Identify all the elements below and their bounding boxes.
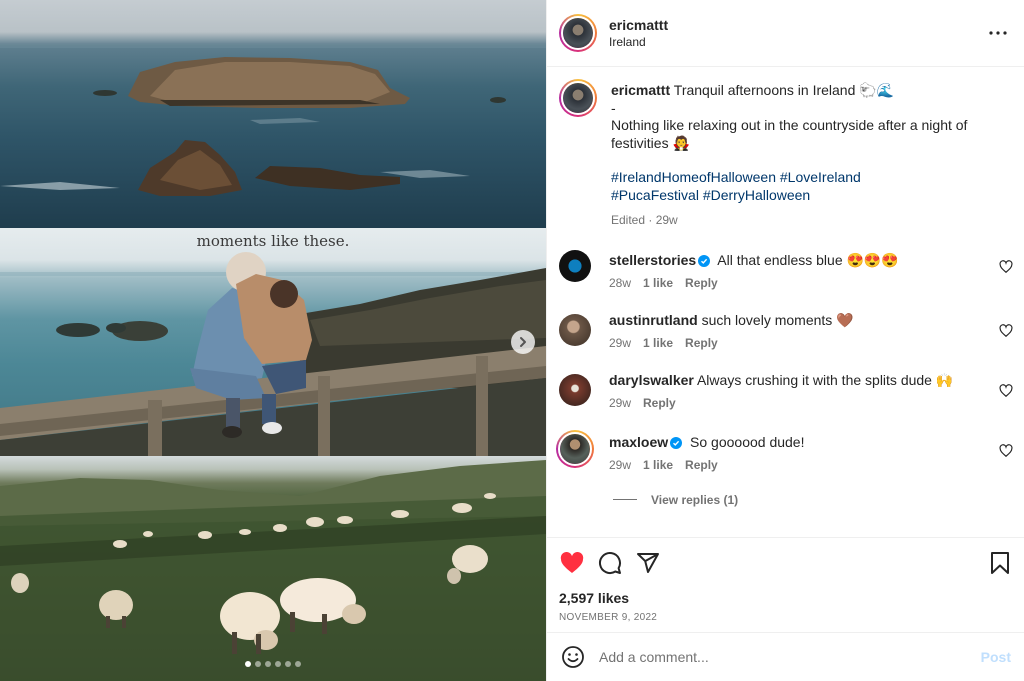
more-options-button[interactable] bbox=[986, 21, 1010, 45]
author-avatar[interactable] bbox=[559, 14, 597, 52]
post-header: ericmattt Ireland bbox=[547, 0, 1024, 67]
caption-text-line2: - bbox=[611, 99, 616, 116]
comments-section[interactable]: ericmattt Tranquil afternoons in Ireland… bbox=[547, 67, 1024, 537]
carousel-dot bbox=[255, 661, 261, 667]
caption-avatar[interactable] bbox=[559, 79, 597, 117]
reply-button[interactable]: Reply bbox=[685, 458, 718, 472]
comment-meta: 28w 1 like Reply bbox=[609, 275, 1013, 293]
caption-username[interactable]: ericmattt bbox=[611, 82, 670, 98]
carousel-dot bbox=[285, 661, 291, 667]
avatar bbox=[560, 433, 590, 464]
comment-meta: 29w 1 like Reply bbox=[609, 335, 1013, 353]
heart-icon[interactable] bbox=[999, 259, 1013, 274]
comment-likes[interactable]: 1 like bbox=[643, 276, 673, 290]
reply-button[interactable]: Reply bbox=[685, 336, 718, 350]
comment-username[interactable]: austinrutland bbox=[609, 312, 698, 328]
comment-time: 29w bbox=[609, 336, 632, 350]
heart-icon[interactable] bbox=[999, 323, 1013, 338]
heart-icon[interactable] bbox=[999, 383, 1013, 398]
chevron-right-icon bbox=[520, 337, 526, 347]
more-icon bbox=[989, 31, 1007, 35]
add-comment-bar: Post bbox=[547, 632, 1024, 681]
like-button[interactable] bbox=[559, 550, 585, 576]
comment-text: All that endless blue 😍😍😍 bbox=[717, 251, 899, 268]
carousel-dot bbox=[275, 661, 281, 667]
comment-body: stellerstories All that endless blue 😍😍😍… bbox=[609, 252, 1013, 293]
photo-sea-stacks bbox=[0, 0, 546, 228]
hashtag-link[interactable]: #LoveIreland bbox=[780, 169, 861, 185]
post-date: NOVEMBER 9, 2022 bbox=[559, 612, 658, 623]
comment-time: 28w bbox=[609, 276, 632, 290]
share-button[interactable] bbox=[635, 550, 661, 576]
reply-button[interactable]: Reply bbox=[685, 276, 718, 290]
comment-body: austinrutland such lovely moments 🤎 29w 1… bbox=[609, 312, 1013, 353]
comment-time: 29w bbox=[609, 396, 632, 410]
comment-likes[interactable]: 1 like bbox=[643, 336, 673, 350]
reply-button[interactable]: Reply bbox=[643, 396, 676, 410]
comment-meta: 29w Reply bbox=[609, 395, 1013, 413]
view-replies-label: View replies (1) bbox=[651, 492, 739, 507]
post-sidebar: ericmattt Ireland ericmattt Tranquil aft… bbox=[546, 0, 1024, 681]
carousel-dot bbox=[265, 661, 271, 667]
comment-input[interactable] bbox=[599, 649, 981, 665]
comment-text: So goooood dude! bbox=[690, 433, 805, 450]
comment-text: Always crushing it with the splits dude … bbox=[696, 371, 954, 388]
comment-icon bbox=[599, 552, 621, 575]
hashtag-link[interactable]: #IrelandHomeofHalloween bbox=[611, 169, 776, 185]
heart-icon[interactable] bbox=[999, 443, 1013, 458]
save-button[interactable] bbox=[987, 550, 1013, 576]
likes-count[interactable]: 2,597 likes bbox=[559, 590, 1013, 606]
comment-item: austinrutland such lovely moments 🤎 29w 1… bbox=[559, 312, 1013, 353]
caption-body: ericmattt Tranquil afternoons in Ireland… bbox=[611, 82, 1013, 230]
comment-meta: 29w 1 like Reply bbox=[609, 457, 1013, 475]
commenter-avatar[interactable] bbox=[556, 429, 594, 468]
carousel-dot bbox=[245, 661, 251, 667]
author-username[interactable]: ericmattt bbox=[609, 17, 986, 33]
comment-text: such lovely moments 🤎 bbox=[701, 311, 854, 328]
caption-text-line1: Tranquil afternoons in Ireland 🐑🌊 bbox=[673, 82, 895, 98]
comment-time: 29w bbox=[609, 458, 632, 472]
caption-meta: Edited · 29w bbox=[611, 213, 678, 227]
heart-icon bbox=[560, 552, 584, 573]
hashtag-link[interactable]: #PucaFestival bbox=[611, 187, 699, 203]
post-caption: ericmattt Tranquil afternoons in Ireland… bbox=[559, 79, 1013, 230]
comment-body: darylswalker Always crushing it with the… bbox=[609, 372, 1013, 413]
post-actions: 2,597 likes NOVEMBER 9, 2022 bbox=[547, 537, 1024, 632]
post-media[interactable]: moments like these. bbox=[0, 0, 546, 681]
share-icon bbox=[637, 553, 659, 573]
hashtag-link[interactable]: #DerryHalloween bbox=[703, 187, 810, 203]
commenter-avatar[interactable] bbox=[559, 313, 591, 346]
carousel-dots bbox=[0, 661, 546, 667]
post-location[interactable]: Ireland bbox=[609, 35, 986, 49]
caption-text-line3: Nothing like relaxing out in the country… bbox=[611, 117, 968, 151]
carousel-dot bbox=[295, 661, 301, 667]
commenter-avatar[interactable] bbox=[559, 249, 591, 282]
post-comment-button[interactable]: Post bbox=[981, 649, 1011, 665]
avatar bbox=[563, 83, 593, 113]
comment-username[interactable]: maxloew bbox=[609, 434, 668, 450]
carousel-next-button[interactable] bbox=[511, 330, 535, 354]
action-icons bbox=[559, 538, 1013, 588]
author-info: ericmattt Ireland bbox=[609, 17, 986, 49]
photo-sheep-field bbox=[0, 456, 546, 681]
comment-item: stellerstories All that endless blue 😍😍😍… bbox=[559, 248, 1013, 293]
comment-likes[interactable]: 1 like bbox=[643, 458, 673, 472]
bookmark-icon bbox=[991, 552, 1009, 574]
collage-overlay-caption: moments like these. bbox=[196, 232, 350, 250]
comment-username[interactable]: darylswalker bbox=[609, 372, 694, 388]
comment-body: maxloew So goooood dude! 29w 1 like Reply bbox=[609, 434, 1013, 475]
comment-item: maxloew So goooood dude! 29w 1 like Reply bbox=[556, 429, 1013, 475]
verified-icon bbox=[698, 254, 711, 267]
verified-icon bbox=[670, 436, 683, 449]
avatar bbox=[563, 18, 593, 48]
comment-item: darylswalker Always crushing it with the… bbox=[559, 372, 1013, 413]
emoji-icon[interactable] bbox=[561, 645, 585, 669]
view-replies-button[interactable]: View replies (1) bbox=[613, 493, 1013, 507]
photo-couple-fence bbox=[0, 228, 546, 456]
comment-button[interactable] bbox=[597, 550, 623, 576]
commenter-avatar[interactable] bbox=[559, 373, 591, 406]
comment-username[interactable]: stellerstories bbox=[609, 252, 696, 268]
replies-divider bbox=[613, 499, 637, 500]
